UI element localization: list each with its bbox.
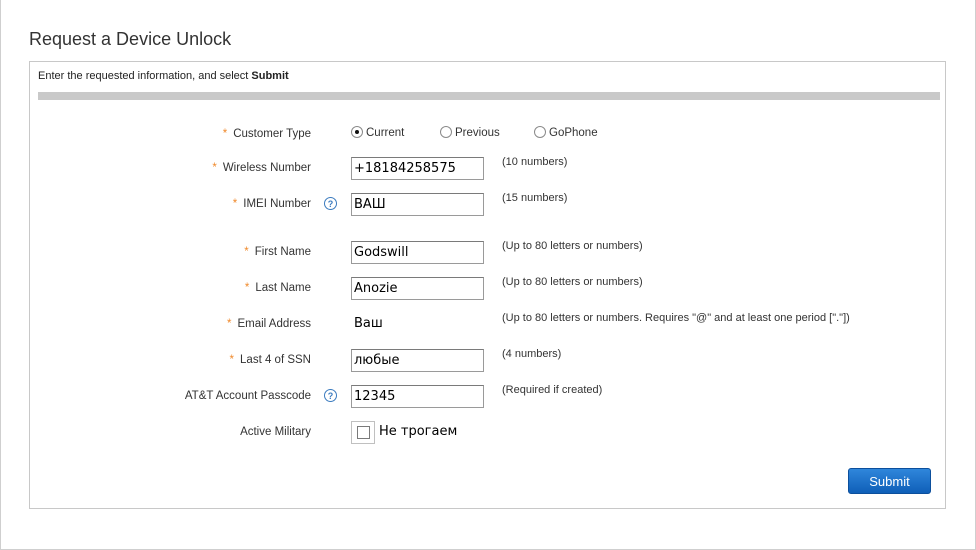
page-title: Request a Device Unlock xyxy=(29,29,232,49)
required-marker: * xyxy=(212,162,217,174)
last4-ssn-label-text: Last 4 of SSN xyxy=(240,354,311,366)
unlock-form-panel: Enter the requested information, and sel… xyxy=(29,61,946,509)
active-military-checkbox[interactable] xyxy=(357,426,370,439)
radio-current[interactable] xyxy=(351,126,363,138)
required-marker: * xyxy=(229,354,235,366)
active-military-label: Active Military xyxy=(240,426,311,438)
wireless-number-label: * Wireless Number xyxy=(212,162,311,174)
email-address-label-text: Email Address xyxy=(237,318,311,330)
instructions-submit-word: Submit xyxy=(251,70,289,82)
submit-button[interactable]: Submit xyxy=(848,468,931,494)
radio-option-current[interactable]: Current xyxy=(351,126,404,139)
account-passcode-input[interactable]: 12345 xyxy=(351,385,484,408)
customer-type-label: * Customer Type xyxy=(223,128,311,140)
active-military-annotation: Не трогаем xyxy=(379,424,458,439)
last4-ssn-hint: (4 numbers) xyxy=(502,348,562,360)
wireless-number-hint: (10 numbers) xyxy=(502,156,568,168)
page: Request a Device Unlock Enter the reques… xyxy=(0,0,976,550)
help-question-icon[interactable]: ? xyxy=(324,389,337,402)
customer-type-label-text: Customer Type xyxy=(233,128,311,140)
first-name-label-text: First Name xyxy=(254,246,311,258)
first-name-input[interactable]: Godswill xyxy=(351,241,484,264)
required-marker: * xyxy=(222,128,228,140)
instructions-text: Enter the requested information, and sel… xyxy=(38,70,252,82)
radio-current-label: Current xyxy=(366,127,405,139)
first-name-hint: (Up to 80 letters or numbers) xyxy=(502,240,643,252)
active-military-checkbox-frame[interactable] xyxy=(351,421,375,444)
required-marker: * xyxy=(244,282,250,294)
last-name-hint: (Up to 80 letters or numbers) xyxy=(502,276,643,288)
radio-gophone-label: GoPhone xyxy=(549,127,598,139)
last4-ssn-label: * Last 4 of SSN xyxy=(230,354,311,366)
last-name-label-text: Last Name xyxy=(255,282,311,294)
radio-option-gophone[interactable]: GoPhone xyxy=(534,126,598,139)
required-marker: * xyxy=(232,198,238,210)
imei-number-label: * IMEI Number xyxy=(233,198,311,210)
account-passcode-hint: (Required if created) xyxy=(502,384,603,396)
radio-previous[interactable] xyxy=(440,126,452,138)
help-question-icon[interactable]: ? xyxy=(324,197,337,210)
radio-previous-label: Previous xyxy=(455,127,500,139)
required-marker: * xyxy=(244,246,249,258)
last4-ssn-input[interactable]: любые xyxy=(351,349,484,372)
imei-number-hint: (15 numbers) xyxy=(502,192,568,204)
first-name-label: * First Name xyxy=(244,246,311,258)
wireless-number-input[interactable]: +18184258575 xyxy=(351,157,484,180)
section-divider-bar xyxy=(38,92,940,100)
imei-number-input[interactable]: ВАШ xyxy=(351,193,484,216)
form-instructions: Enter the requested information, and sel… xyxy=(38,70,289,82)
imei-number-label-text: IMEI Number xyxy=(243,198,311,210)
email-address-hint: (Up to 80 letters or numbers. Requires "… xyxy=(502,312,850,324)
last-name-input[interactable]: Anozie xyxy=(351,277,484,300)
account-passcode-label: AT&T Account Passcode xyxy=(184,390,311,402)
email-address-label: * Email Address xyxy=(227,318,311,330)
radio-gophone[interactable] xyxy=(534,126,546,138)
radio-option-previous[interactable]: Previous xyxy=(440,126,500,139)
wireless-number-label-text: Wireless Number xyxy=(222,162,311,174)
email-address-input[interactable]: Ваш xyxy=(351,312,484,335)
required-marker: * xyxy=(227,318,232,330)
last-name-label: * Last Name xyxy=(245,282,311,294)
